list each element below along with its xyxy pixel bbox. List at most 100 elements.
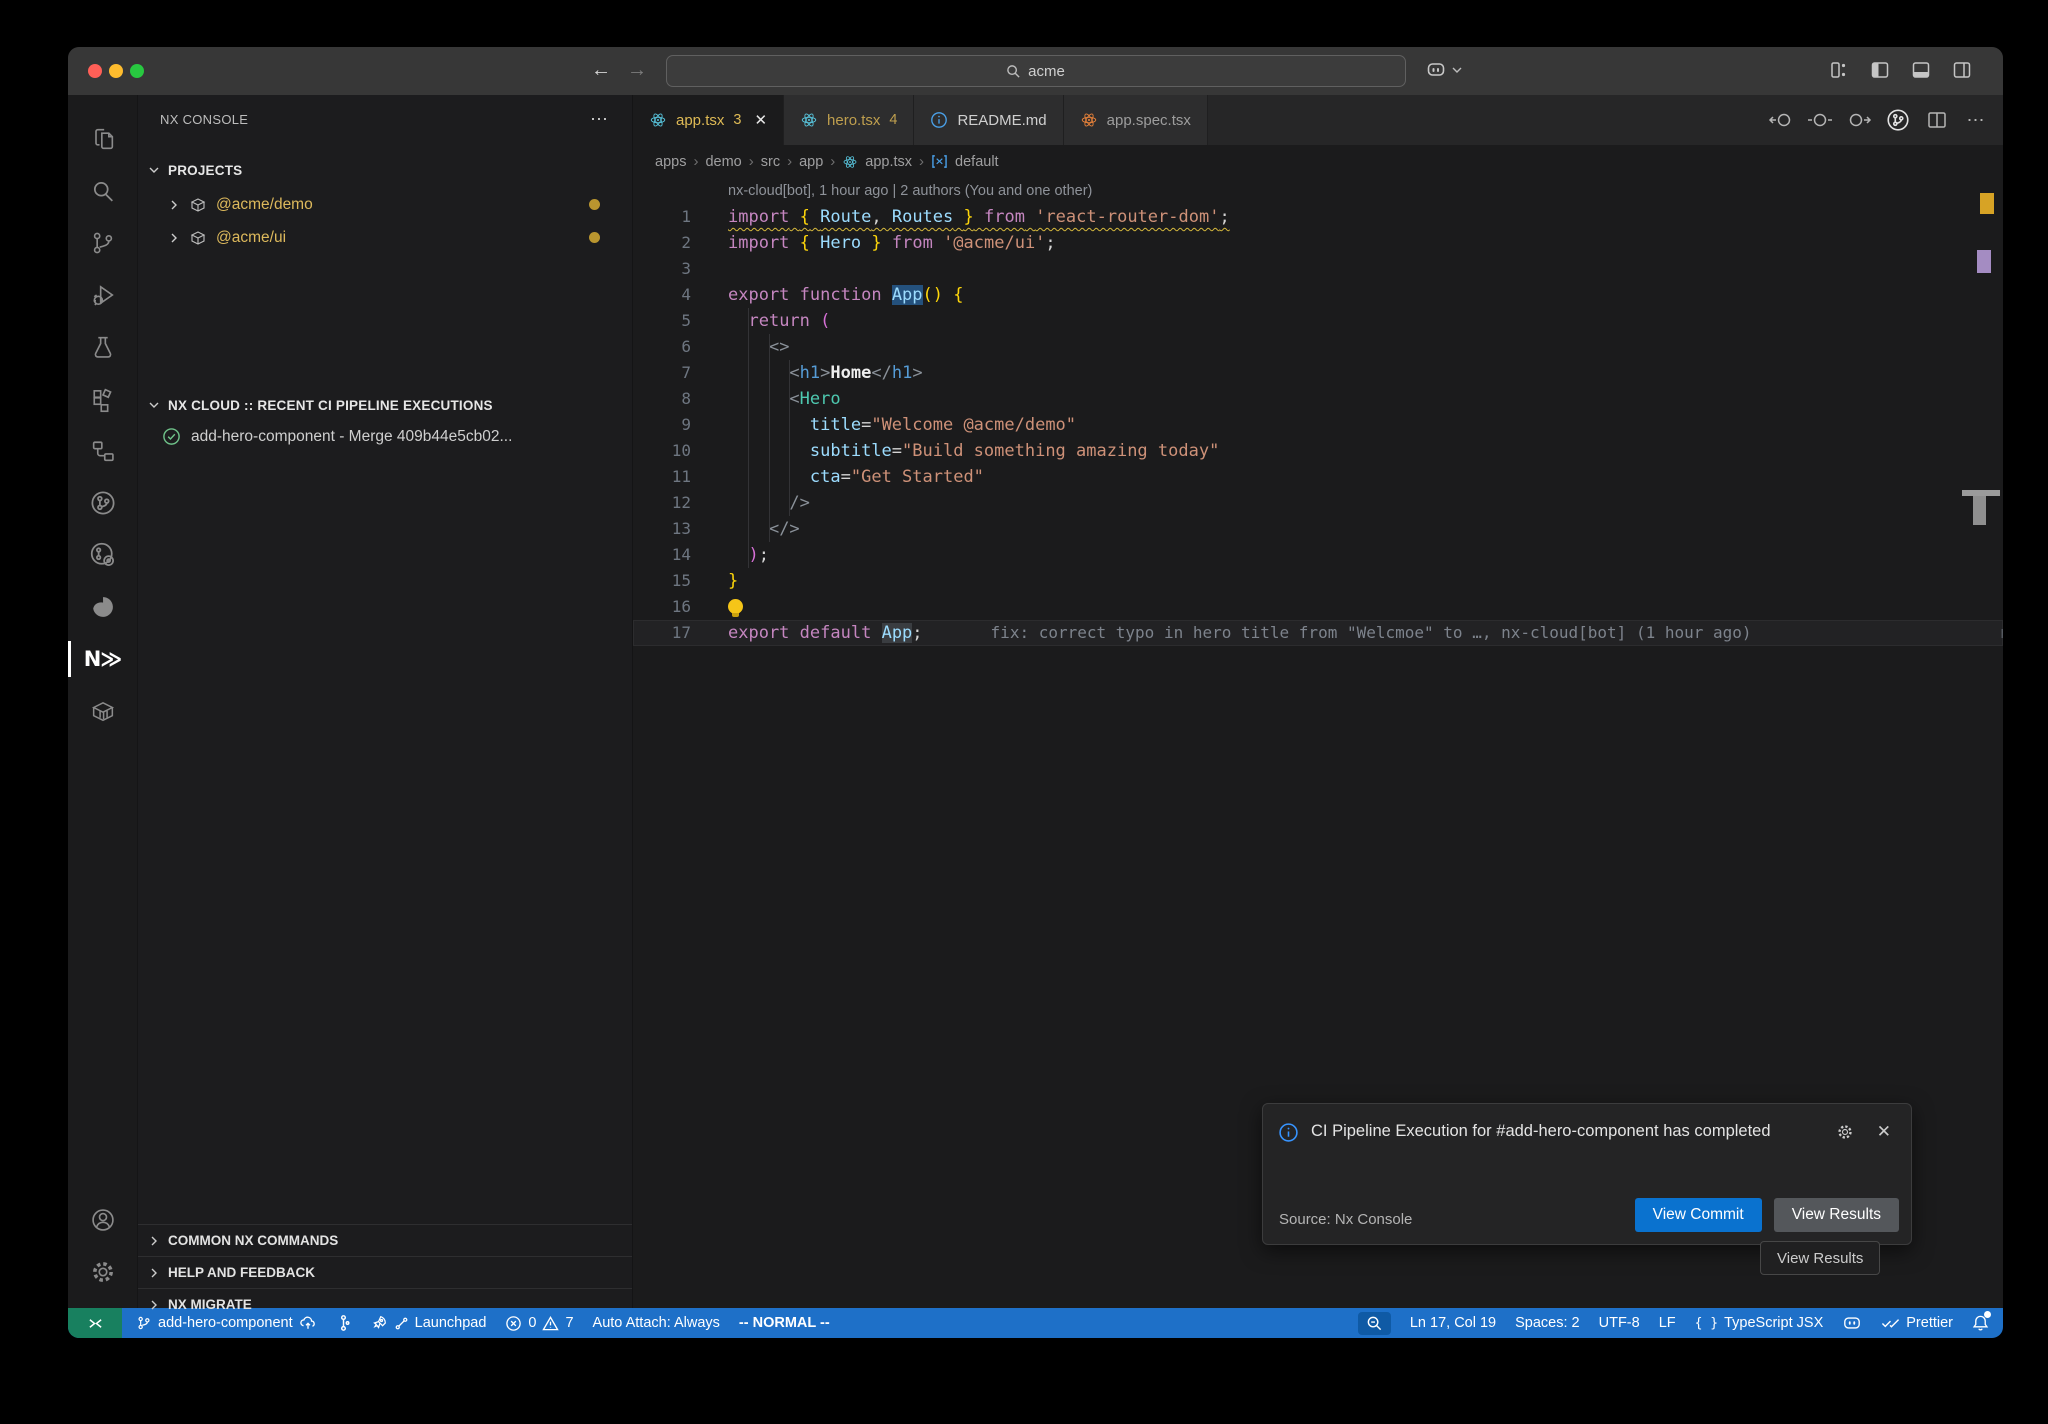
nx-graph-action-icon[interactable]: [1885, 107, 1911, 133]
code-line[interactable]: 15}: [633, 568, 2003, 594]
code-line[interactable]: 17export default App;fix: correct typo i…: [633, 620, 2003, 646]
more-actions-icon[interactable]: ⋯: [1963, 107, 1989, 133]
chevron-right-icon: [148, 1235, 160, 1247]
notification-close-icon[interactable]: ✕: [1877, 1122, 1891, 1142]
line-number: 12: [633, 490, 691, 516]
split-editor-icon[interactable]: [1924, 107, 1950, 133]
line-number: 10: [633, 438, 691, 464]
code-line[interactable]: 10 subtitle="Build something amazing tod…: [633, 438, 2003, 464]
close-window-button[interactable]: [88, 64, 102, 78]
check-circle-icon: [162, 427, 181, 446]
line-number: 14: [633, 542, 691, 568]
code-line[interactable]: 13 </>: [633, 516, 2003, 542]
project-item-acme-ui[interactable]: @acme/ui: [138, 222, 632, 253]
containers-icon[interactable]: [77, 685, 129, 737]
scrollbar-thumb[interactable]: [1973, 496, 1986, 525]
line-number: 15: [633, 568, 691, 594]
encoding-status[interactable]: UTF-8: [1599, 1315, 1640, 1331]
projects-section-header[interactable]: PROJECTS: [138, 155, 632, 185]
code-line[interactable]: 1import { Route, Routes } from 'react-ro…: [633, 204, 2003, 230]
code-line[interactable]: 2import { Hero } from '@acme/ui';: [633, 230, 2003, 256]
testing-icon[interactable]: [77, 321, 129, 373]
settings-gear-icon[interactable]: [77, 1246, 129, 1298]
search-text: acme: [1028, 63, 1065, 80]
nx-migrate-section[interactable]: NX MIGRATE: [138, 1288, 632, 1320]
project-graph-icon[interactable]: [77, 425, 129, 477]
source-control-icon[interactable]: [77, 217, 129, 269]
tab-app-tsx[interactable]: app.tsx 3 ✕: [633, 95, 784, 145]
code-line[interactable]: 7 <h1>Home</h1>: [633, 360, 2003, 386]
explorer-icon[interactable]: [77, 113, 129, 165]
code-line[interactable]: 11 cta="Get Started": [633, 464, 2003, 490]
code-line[interactable]: 8 <Hero: [633, 386, 2003, 412]
symbol-icon: [931, 154, 948, 169]
account-icon[interactable]: [77, 1194, 129, 1246]
customize-layout-icon[interactable]: [1828, 59, 1850, 81]
vim-mode-status[interactable]: -- NORMAL --: [739, 1315, 830, 1331]
nx-focus-icon[interactable]: [77, 529, 129, 581]
navigate-back-button[interactable]: ←: [588, 59, 614, 82]
tab-readme-md[interactable]: README.md: [914, 95, 1063, 145]
help-and-feedback-section[interactable]: HELP AND FEEDBACK: [138, 1256, 632, 1288]
extensions-icon[interactable]: [77, 373, 129, 425]
prettier-status[interactable]: Prettier: [1881, 1315, 1953, 1331]
code-line[interactable]: 4export function App() {: [633, 282, 2003, 308]
nx-cloud-section-header[interactable]: NX CLOUD :: RECENT CI PIPELINE EXECUTION…: [138, 390, 632, 420]
copilot-status-icon[interactable]: [1842, 1314, 1862, 1332]
search-icon[interactable]: [77, 165, 129, 217]
chevron-right-icon: [148, 1299, 160, 1311]
edge-browser-icon[interactable]: [77, 581, 129, 633]
react-icon: [649, 111, 667, 129]
notifications-bell-icon[interactable]: [1972, 1314, 1989, 1332]
info-icon: [930, 111, 948, 129]
run-current-icon[interactable]: [1807, 107, 1833, 133]
remote-indicator[interactable]: [68, 1308, 122, 1338]
toggle-primary-sidebar-icon[interactable]: [1869, 59, 1891, 81]
code-line[interactable]: 14 );: [633, 542, 2003, 568]
toggle-panel-icon[interactable]: [1910, 59, 1932, 81]
tab-app-spec-tsx[interactable]: app.spec.tsx: [1064, 95, 1208, 145]
notification-settings-gear-icon[interactable]: [1835, 1122, 1855, 1142]
indentation-status[interactable]: Spaces: 2: [1515, 1315, 1580, 1331]
nx-console-icon[interactable]: N≫: [77, 633, 129, 685]
run-debug-icon[interactable]: [77, 269, 129, 321]
minimize-window-button[interactable]: [109, 64, 123, 78]
run-forward-icon[interactable]: [1846, 107, 1872, 133]
close-tab-icon[interactable]: ✕: [754, 111, 767, 129]
copilot-icon[interactable]: [1425, 59, 1447, 81]
line-number: 7: [633, 360, 691, 386]
ruler-info-marker: [1977, 250, 1991, 273]
code-line[interactable]: 16: [633, 594, 2003, 620]
chevron-down-icon: [148, 164, 160, 176]
view-results-button[interactable]: View Results: [1774, 1198, 1899, 1232]
breadcrumb[interactable]: apps› demo› src› app› app.tsx› default: [633, 145, 2003, 178]
eol-status[interactable]: LF: [1659, 1315, 1676, 1331]
toggle-secondary-sidebar-icon[interactable]: [1951, 59, 1973, 81]
cursor-position-status[interactable]: Ln 17, Col 19: [1410, 1315, 1496, 1331]
command-center-search[interactable]: acme: [666, 55, 1406, 87]
pipeline-execution-item[interactable]: add-hero-component - Merge 409b44e5cb02.…: [138, 421, 632, 452]
run-back-icon[interactable]: [1768, 107, 1794, 133]
code-line[interactable]: 9 title="Welcome @acme/demo": [633, 412, 2003, 438]
line-number: 3: [633, 256, 691, 282]
view-commit-button[interactable]: View Commit: [1635, 1198, 1762, 1232]
code-line[interactable]: 12 />: [633, 490, 2003, 516]
common-nx-commands-section[interactable]: COMMON NX COMMANDS: [138, 1224, 632, 1256]
code-line[interactable]: 3: [633, 256, 2003, 282]
zoom-window-button[interactable]: [130, 64, 144, 78]
package-icon: [189, 196, 207, 214]
chevron-down-icon[interactable]: [1452, 66, 1462, 74]
navigate-forward-button[interactable]: →: [624, 59, 650, 82]
lightbulb-icon[interactable]: [728, 599, 743, 614]
sidebar-more-actions[interactable]: ⋯: [590, 109, 610, 130]
nx-graph-icon[interactable]: [77, 477, 129, 529]
zoom-out-status[interactable]: [1358, 1312, 1391, 1335]
project-item-acme-demo[interactable]: @acme/demo: [138, 189, 632, 220]
nx-console-sidebar: NX CONSOLE ⋯ PROJECTS @acme/demo: [138, 95, 633, 1308]
chevron-right-icon: [168, 199, 180, 211]
modified-dot: [589, 232, 600, 243]
tab-hero-tsx[interactable]: hero.tsx 4: [784, 95, 914, 145]
code-line[interactable]: 6 <>: [633, 334, 2003, 360]
code-line[interactable]: 5 return (: [633, 308, 2003, 334]
language-mode-status[interactable]: { } TypeScript JSX: [1695, 1315, 1824, 1331]
